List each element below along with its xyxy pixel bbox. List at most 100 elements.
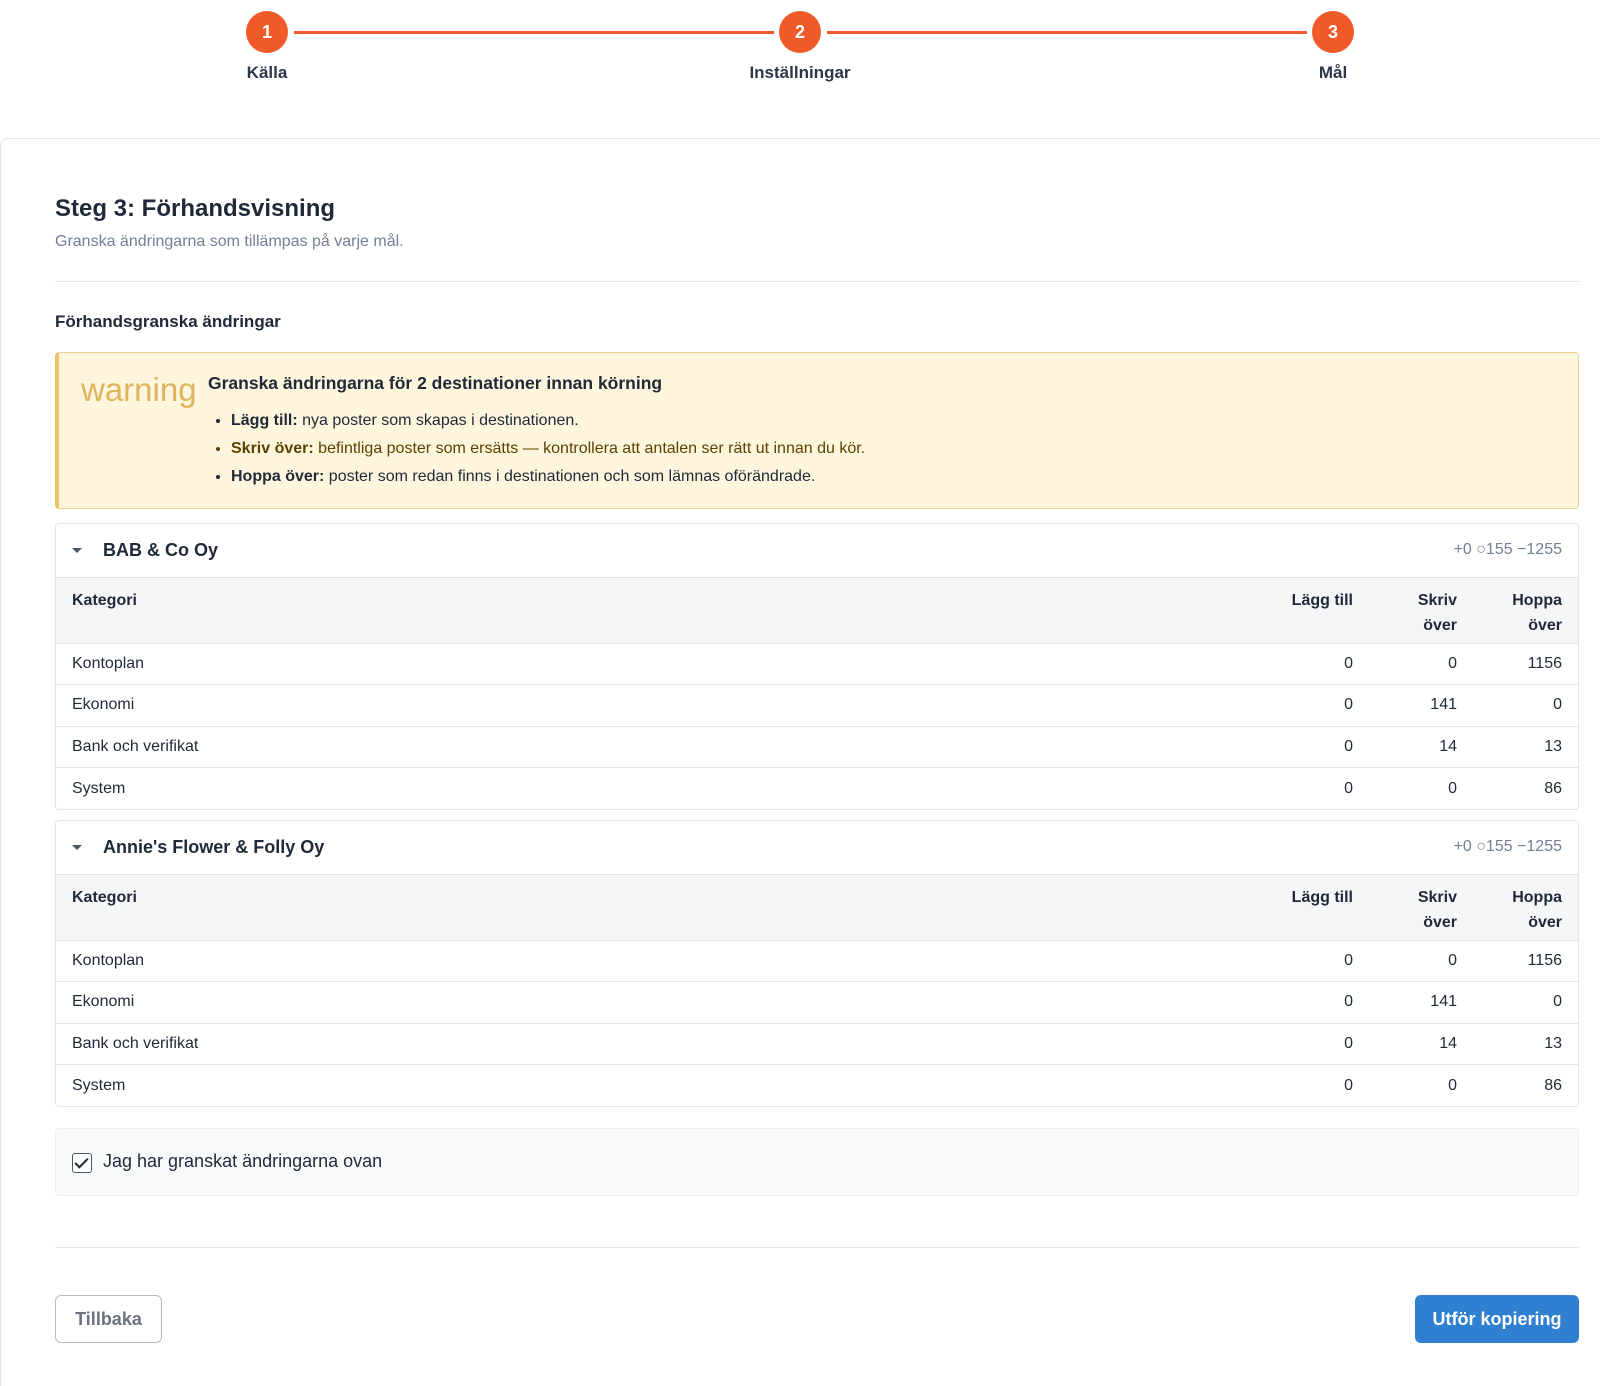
destination-header[interactable]: BAB & Co Oy +0 ○155 −1255 [56, 524, 1578, 578]
cell-category: Ekonomi [72, 696, 135, 714]
section-title: Förhandsgranska ändringar [55, 312, 281, 331]
cell-category: Kontoplan [72, 951, 145, 969]
destination-summary: +0 ○155 −1255 [1453, 541, 1562, 558]
column-header-category: Kategori [72, 592, 137, 609]
cell-skip: 1156 [1527, 951, 1562, 969]
cell-add: 0 [1344, 1076, 1353, 1094]
destination-panel: Annie's Flower & Folly Oy +0 ○155 −1255 … [55, 820, 1579, 1107]
column-header-skip: Hoppa över [1473, 578, 1578, 643]
table-row: Ekonomi 0 141 0 [56, 981, 1578, 1024]
step-label: Källa [246, 63, 288, 82]
step-connector [294, 31, 774, 34]
step-number: 3 [1312, 11, 1354, 53]
warning-text: poster som redan finns i destinationen o… [324, 468, 816, 485]
table-row: Ekonomi 0 141 0 [56, 684, 1578, 727]
warning-text: nya poster som skapas i destinationen. [297, 412, 579, 429]
cell-add: 0 [1344, 993, 1353, 1011]
warning-item-overwrite: Skriv över: befintliga poster som ersätt… [231, 435, 865, 463]
cell-category: Bank och verifikat [72, 1034, 199, 1052]
cell-category: Kontoplan [72, 654, 145, 672]
cell-overwrite: 0 [1448, 951, 1457, 969]
step-label: Mål [1318, 63, 1348, 82]
cell-skip: 13 [1544, 1034, 1562, 1052]
cell-overwrite: 141 [1430, 696, 1457, 714]
cell-category: Ekonomi [72, 993, 135, 1011]
step-3[interactable]: 3 Mål [1263, 11, 1403, 83]
header-line: Skriv [1417, 592, 1457, 609]
column-header-category: Kategori [72, 889, 137, 906]
destination-name: BAB & Co Oy [103, 540, 219, 560]
divider [55, 1247, 1579, 1248]
table-row: Bank och verifikat 0 14 13 [56, 726, 1578, 768]
cell-add: 0 [1344, 1034, 1353, 1052]
review-checkbox[interactable] [72, 1153, 92, 1173]
cell-skip: 0 [1553, 993, 1562, 1011]
table-row: System 0 0 86 [56, 767, 1578, 810]
cell-skip: 0 [1553, 696, 1562, 714]
cell-category: System [72, 779, 126, 797]
header-line: över [1423, 914, 1457, 931]
column-header-overwrite: Skriv över [1369, 875, 1473, 940]
step-1[interactable]: 1 Källa [197, 11, 337, 83]
back-button[interactable]: Tillbaka [55, 1295, 162, 1343]
warning-item-skip: Hoppa över: poster som redan finns i des… [231, 463, 865, 491]
cell-skip: 86 [1544, 1076, 1562, 1094]
step-2[interactable]: 2 Inställningar [730, 11, 870, 83]
warning-item-add: Lägg till: nya poster som skapas i desti… [231, 407, 865, 435]
header-line: Hoppa [1512, 889, 1562, 906]
cell-overwrite: 0 [1448, 654, 1457, 672]
preview-card: Steg 3: Förhandsvisning Granska ändringa… [0, 138, 1600, 1386]
header-line: Hoppa [1512, 592, 1562, 609]
cell-skip: 86 [1544, 779, 1562, 797]
column-header-add: Lägg till [1291, 889, 1353, 906]
warning-icon: warning [81, 371, 197, 408]
warning-callout: warning Granska ändringarna för 2 destin… [55, 352, 1579, 509]
cell-add: 0 [1344, 654, 1353, 672]
caret-down-icon[interactable] [72, 548, 82, 553]
run-copy-button[interactable]: Utför kopiering [1415, 1295, 1579, 1343]
cell-add: 0 [1344, 696, 1353, 714]
header-line: över [1423, 617, 1457, 634]
cell-add: 0 [1344, 737, 1353, 755]
page-subtitle: Granska ändringarna som tillämpas på var… [55, 233, 404, 250]
cell-overwrite: 141 [1430, 993, 1457, 1011]
cell-skip: 1156 [1527, 654, 1562, 672]
destination-header[interactable]: Annie's Flower & Folly Oy +0 ○155 −1255 [56, 821, 1578, 875]
cell-overwrite: 14 [1439, 737, 1457, 755]
step-connector [827, 31, 1307, 34]
warning-term: Hoppa över: [231, 468, 325, 485]
caret-down-icon[interactable] [72, 845, 82, 850]
table-row: System 0 0 86 [56, 1064, 1578, 1107]
destination-name: Annie's Flower & Folly Oy [103, 837, 325, 857]
stepper: 1 Källa 2 Inställningar 3 Mål [0, 0, 1600, 138]
column-header-add: Lägg till [1291, 592, 1353, 609]
review-confirmation[interactable]: Jag har granskat ändringarna ovan [55, 1128, 1579, 1196]
warning-text: befintliga poster som ersätts — kontroll… [313, 440, 866, 457]
cell-overwrite: 14 [1439, 1034, 1457, 1052]
warning-term: Lägg till: [231, 412, 298, 429]
cell-overwrite: 0 [1448, 1076, 1457, 1094]
step-number: 1 [246, 11, 288, 53]
column-header-skip: Hoppa över [1473, 875, 1578, 940]
header-line: över [1528, 914, 1562, 931]
cell-skip: 13 [1544, 737, 1562, 755]
table-row: Kontoplan 0 0 1156 [56, 643, 1578, 685]
table-row: Bank och verifikat 0 14 13 [56, 1023, 1578, 1065]
cell-add: 0 [1344, 951, 1353, 969]
page-title: Steg 3: Förhandsvisning [55, 195, 336, 222]
divider [55, 281, 1579, 282]
destination-panel: BAB & Co Oy +0 ○155 −1255 Kategori Lägg … [55, 523, 1579, 810]
table-header-row: Kategori Lägg till Skriv över Hoppa över [56, 875, 1578, 940]
cell-overwrite: 0 [1448, 779, 1457, 797]
warning-list: Lägg till: nya poster som skapas i desti… [231, 407, 865, 491]
changes-table: Kategori Lägg till Skriv över Hoppa över K… [56, 875, 1578, 1106]
review-checkbox-label[interactable]: Jag har granskat ändringarna ovan [103, 1151, 382, 1172]
warning-title: Granska ändringarna för 2 destinationer … [208, 373, 663, 393]
column-header-overwrite: Skriv över [1369, 578, 1473, 643]
table-header-row: Kategori Lägg till Skriv över Hoppa över [56, 578, 1578, 643]
cell-category: System [72, 1076, 126, 1094]
cell-add: 0 [1344, 779, 1353, 797]
cell-category: Bank och verifikat [72, 737, 199, 755]
changes-table: Kategori Lägg till Skriv över Hoppa över K… [56, 578, 1578, 809]
header-line: Skriv [1417, 889, 1457, 906]
